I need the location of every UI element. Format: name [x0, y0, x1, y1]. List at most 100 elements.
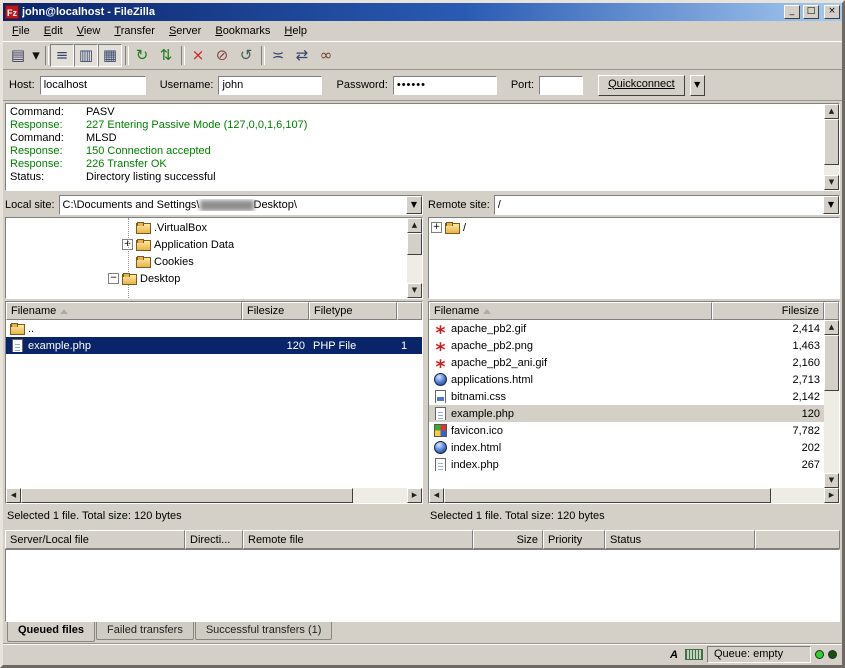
- local-site-dropdown-icon[interactable]: ▼: [406, 196, 422, 214]
- column-header-filesize[interactable]: Filesize: [712, 302, 824, 320]
- quickconnect-button[interactable]: Quickconnect: [598, 75, 685, 96]
- file-row[interactable]: index.html 202: [429, 439, 824, 456]
- file-row[interactable]: example.php 120: [429, 405, 824, 422]
- file-row[interactable]: ..: [6, 320, 422, 337]
- tab-queued-files[interactable]: Queued files: [7, 622, 95, 642]
- file-row[interactable]: index.php 267: [429, 456, 824, 473]
- process-queue-icon[interactable]: ⇅: [154, 44, 178, 67]
- menu-bookmarks[interactable]: Bookmarks: [208, 22, 277, 40]
- file-row[interactable]: apache_pb2_ani.gif 2,160: [429, 354, 824, 371]
- column-header-filename[interactable]: Filename: [429, 302, 712, 320]
- column-header-lastmodified[interactable]: [397, 302, 422, 320]
- file-name: apache_pb2.png: [451, 340, 533, 352]
- ascii-data-type-icon: A: [667, 649, 681, 661]
- site-manager-dropdown-icon[interactable]: ▾: [30, 44, 42, 67]
- hscroll-track[interactable]: [21, 488, 407, 503]
- remote-site-combobox[interactable]: / ▼: [494, 195, 840, 215]
- separator[interactable]: [122, 44, 130, 67]
- scroll-left-icon[interactable]: ◀: [429, 488, 444, 503]
- sync-browsing-icon[interactable]: ⇄: [290, 44, 314, 67]
- tree-scroll-track[interactable]: [407, 233, 422, 283]
- menu-help[interactable]: Help: [277, 22, 314, 40]
- scroll-down-icon[interactable]: ▼: [824, 473, 839, 488]
- file-row[interactable]: favicon.ico 7,782: [429, 422, 824, 439]
- expander-icon[interactable]: +: [122, 239, 133, 250]
- minimize-button[interactable]: _: [784, 5, 800, 19]
- port-input[interactable]: [539, 76, 583, 95]
- tree-item-virtualbox[interactable]: .VirtualBox: [6, 219, 407, 236]
- host-input[interactable]: [40, 76, 146, 95]
- scroll-thumb[interactable]: [21, 488, 353, 503]
- local-tree-scrollbar[interactable]: ▲ ▼: [407, 218, 422, 298]
- column-header-filename[interactable]: Filename: [6, 302, 242, 320]
- log-line: Command:PASV: [10, 106, 824, 119]
- scroll-up-icon[interactable]: ▲: [824, 104, 839, 119]
- remote-list-hscrollbar[interactable]: ◀ ▶: [429, 488, 839, 503]
- tab-failed-transfers[interactable]: Failed transfers: [96, 622, 194, 640]
- separator[interactable]: [178, 44, 186, 67]
- tree-item-cookies[interactable]: Cookies: [6, 253, 407, 270]
- close-button[interactable]: ×: [824, 5, 840, 19]
- directory-compare-icon[interactable]: ≍: [266, 44, 290, 67]
- file-row[interactable]: apache_pb2.gif 2,414: [429, 320, 824, 337]
- scroll-right-icon[interactable]: ▶: [407, 488, 422, 503]
- queue-column-server-local-file[interactable]: Server/Local file: [5, 530, 185, 549]
- file-row[interactable]: bitnami.css 2,142: [429, 388, 824, 405]
- site-manager-icon[interactable]: ▤: [6, 44, 30, 67]
- toggle-directory-trees-icon[interactable]: ▥: [74, 44, 98, 67]
- local-list-hscrollbar[interactable]: ◀ ▶: [6, 488, 422, 503]
- scroll-thumb[interactable]: [407, 233, 422, 255]
- remote-list-scrollbar[interactable]: ▲ ▼: [824, 320, 839, 488]
- log-scroll-track[interactable]: [824, 119, 839, 175]
- remote-site-dropdown-icon[interactable]: ▼: [823, 196, 839, 214]
- menu-file[interactable]: File: [5, 22, 37, 40]
- file-row[interactable]: apache_pb2.png 1,463: [429, 337, 824, 354]
- queue-column-remote-file[interactable]: Remote file: [243, 530, 473, 549]
- expander-icon[interactable]: −: [108, 273, 119, 284]
- column-header-filesize[interactable]: Filesize: [242, 302, 309, 320]
- menu-edit[interactable]: Edit: [37, 22, 70, 40]
- quickconnect-dropdown-icon[interactable]: ▼: [690, 75, 705, 96]
- scroll-thumb[interactable]: [444, 488, 771, 503]
- queue-column-direction[interactable]: Directi...: [185, 530, 243, 549]
- scroll-down-icon[interactable]: ▼: [407, 283, 422, 298]
- refresh-icon[interactable]: ↻: [130, 44, 154, 67]
- tab-successful-transfers[interactable]: Successful transfers (1): [195, 622, 333, 640]
- scroll-thumb[interactable]: [824, 335, 839, 391]
- scroll-thumb[interactable]: [824, 119, 839, 165]
- scroll-right-icon[interactable]: ▶: [824, 488, 839, 503]
- toggle-transfer-queue-icon[interactable]: ▦: [98, 44, 122, 67]
- page-icon: [433, 458, 448, 471]
- local-site-combobox[interactable]: C:\Documents and Settings\Desktop\ ▼: [59, 195, 423, 215]
- file-row[interactable]: applications.html 2,713: [429, 371, 824, 388]
- hscroll-track[interactable]: [444, 488, 824, 503]
- scroll-up-icon[interactable]: ▲: [824, 320, 839, 335]
- scroll-left-icon[interactable]: ◀: [6, 488, 21, 503]
- disconnect-icon[interactable]: ⊘: [210, 44, 234, 67]
- menu-view[interactable]: View: [70, 22, 108, 40]
- maximize-button[interactable]: □: [803, 5, 819, 19]
- tree-item-application-data[interactable]: + Application Data: [6, 236, 407, 253]
- column-header-filetype[interactable]: Filetype: [309, 302, 397, 320]
- find-files-icon[interactable]: ∞: [314, 44, 338, 67]
- vscroll-track[interactable]: [824, 335, 839, 473]
- menu-transfer[interactable]: Transfer: [107, 22, 162, 40]
- reconnect-icon[interactable]: ↺: [234, 44, 258, 67]
- username-input[interactable]: [218, 76, 322, 95]
- separator[interactable]: [42, 44, 50, 67]
- log-scrollbar[interactable]: ▲ ▼: [824, 104, 839, 190]
- cancel-icon[interactable]: ×: [186, 44, 210, 67]
- toggle-message-log-icon[interactable]: ≡: [50, 44, 74, 67]
- queue-column-size[interactable]: Size: [473, 530, 543, 549]
- queue-column-priority[interactable]: Priority: [543, 530, 605, 549]
- expander-icon[interactable]: +: [431, 222, 442, 233]
- password-input[interactable]: [393, 76, 497, 95]
- queue-column-status[interactable]: Status: [605, 530, 755, 549]
- file-row[interactable]: example.php 120 PHP File 1: [6, 337, 422, 354]
- tree-item-desktop[interactable]: − Desktop: [6, 270, 407, 287]
- scroll-up-icon[interactable]: ▲: [407, 218, 422, 233]
- separator[interactable]: [258, 44, 266, 67]
- tree-item-root[interactable]: + /: [429, 219, 839, 236]
- menu-server[interactable]: Server: [162, 22, 208, 40]
- scroll-down-icon[interactable]: ▼: [824, 175, 839, 190]
